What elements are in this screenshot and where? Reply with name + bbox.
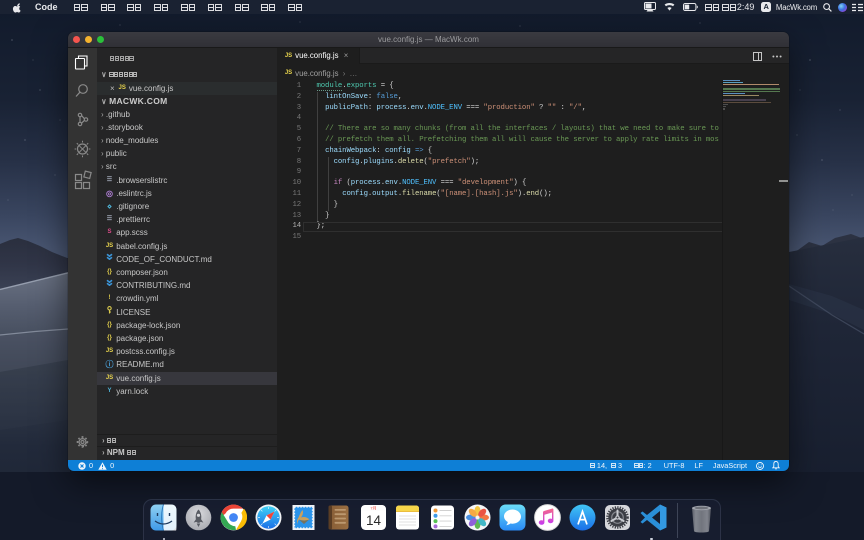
svg-text:14: 14 (365, 513, 381, 528)
svg-text:7月: 7月 (370, 506, 376, 511)
